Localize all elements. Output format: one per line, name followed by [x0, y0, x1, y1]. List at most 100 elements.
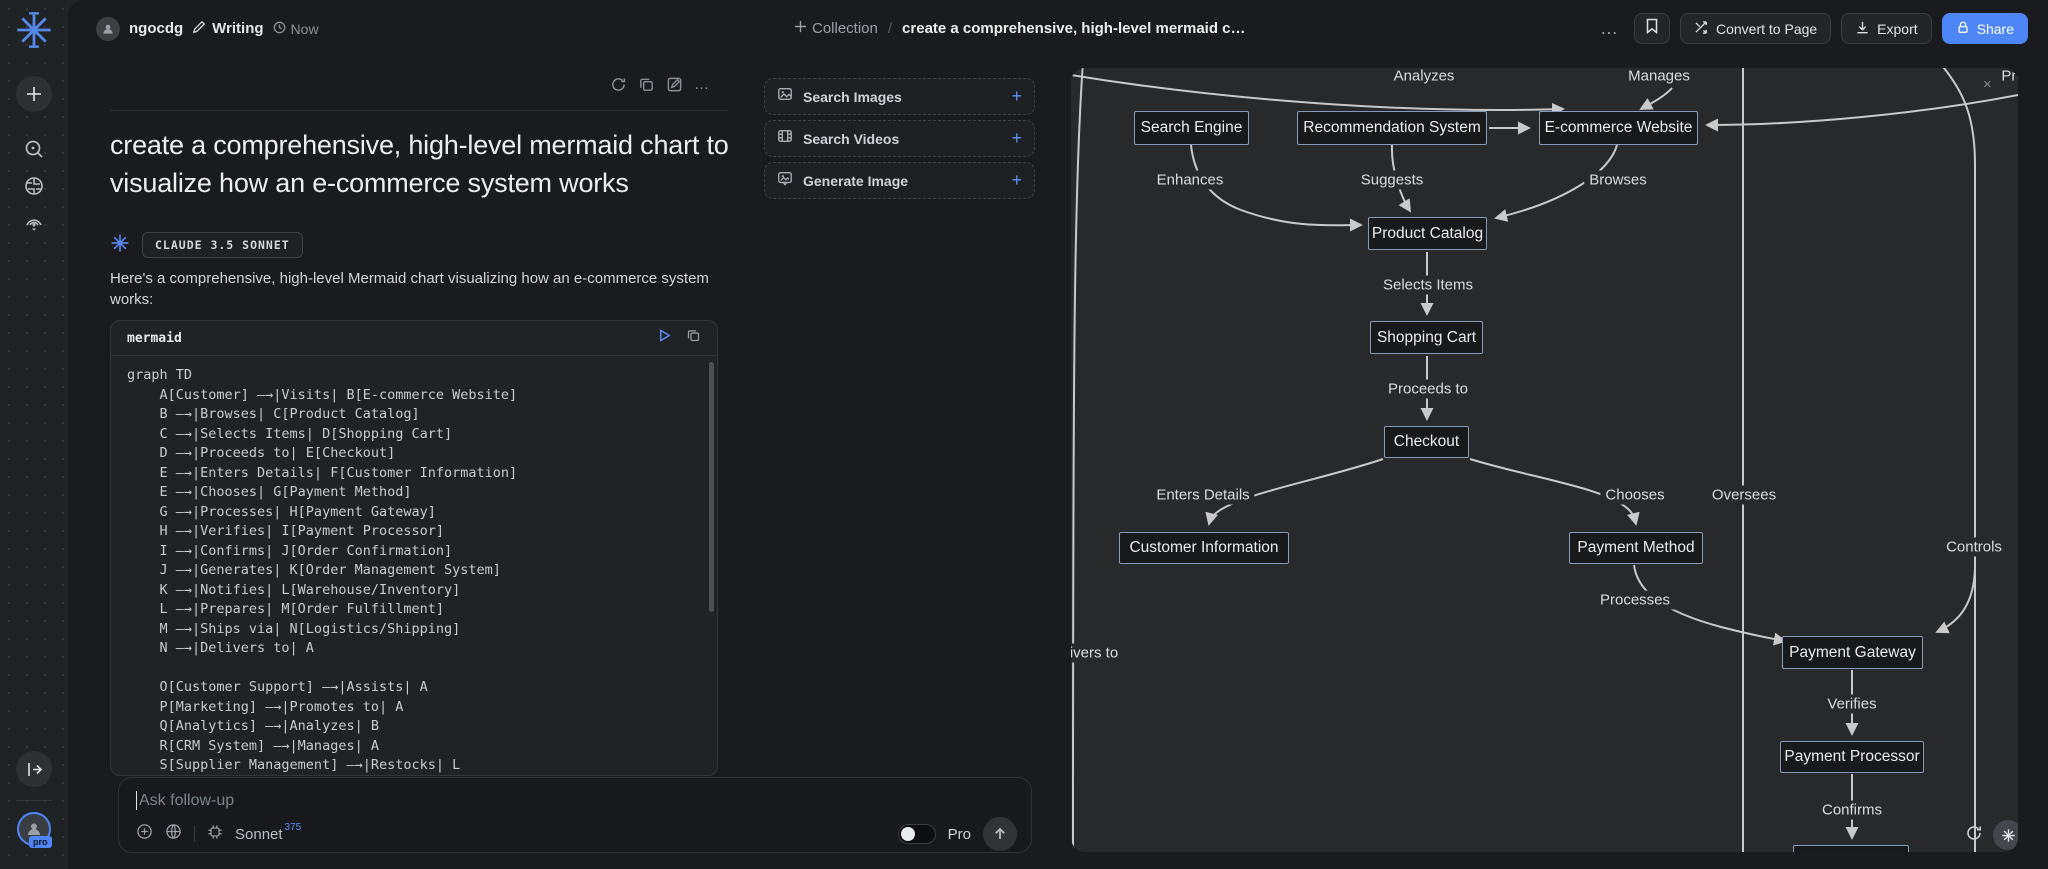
close-icon[interactable]: ×	[1983, 76, 1992, 93]
attach-icon[interactable]	[136, 823, 153, 845]
diagram-node: Customer Information	[1119, 532, 1289, 564]
edge-label: Browses	[1584, 170, 1652, 190]
add-videos-button[interactable]: +	[1011, 128, 1022, 149]
input-placeholder: Ask follow-up	[139, 791, 235, 809]
copy-code-icon[interactable]	[686, 328, 701, 348]
code-content: graph TD A[Customer] —→|Visits| B[E-comm…	[127, 367, 518, 773]
toggle-knob	[900, 827, 915, 841]
arrow-up-icon	[995, 827, 1005, 839]
assistant-intro: Here's a comprehensive, high-level Merma…	[110, 270, 709, 308]
model-chip-icon	[207, 824, 223, 845]
diagram-node: Recommendation System	[1297, 111, 1487, 145]
edge-label: Pro	[1996, 68, 2018, 86]
send-button[interactable]	[983, 817, 1017, 851]
user-avatar[interactable]: pro	[17, 812, 52, 848]
edit-icon[interactable]	[666, 76, 683, 94]
pro-toggle[interactable]	[897, 824, 936, 844]
refresh-diagram-icon[interactable]	[1965, 824, 1983, 842]
film-icon	[777, 128, 793, 149]
diagram-node: E-commerce Website	[1539, 111, 1698, 145]
model-badge-row: CLAUDE 3.5 SONNET	[110, 232, 303, 258]
breadcrumb-separator: /	[887, 20, 893, 37]
convert-to-page-button[interactable]: Convert to Page	[1680, 13, 1832, 44]
expand-sidebar-button[interactable]	[16, 751, 52, 787]
top-bar: ngocdg Writing Now Collection / create a…	[68, 0, 2048, 57]
edge-label: Verifies	[1822, 694, 1882, 714]
run-diagram-icon[interactable]	[657, 328, 672, 348]
explore-globe-icon[interactable]	[23, 175, 45, 197]
composer-divider	[194, 826, 195, 842]
main-surface: ngocdg Writing Now Collection / create a…	[68, 0, 2048, 869]
edge-label: Controls	[1941, 537, 2007, 557]
edge-label: Enters Details	[1151, 485, 1255, 505]
pencil-icon	[192, 20, 206, 38]
edge-label: Oversees	[1706, 485, 1782, 505]
rail-divider	[16, 800, 52, 801]
regenerate-icon[interactable]	[610, 76, 627, 94]
left-rail: pro	[0, 0, 68, 869]
diagram-node: Checkout	[1384, 426, 1469, 458]
diagram-node: Shopping Cart	[1370, 321, 1483, 354]
code-scrollbar[interactable]	[709, 362, 714, 612]
shuffle-icon	[1694, 20, 1709, 38]
lock-icon	[1956, 20, 1970, 38]
edge-label: Proceeds to	[1382, 379, 1474, 399]
code-language: mermaid	[127, 330, 182, 346]
spaces-icon[interactable]	[23, 211, 45, 233]
search-images-row[interactable]: Search Images +	[764, 78, 1035, 115]
edge-label: ivers to	[1071, 643, 1124, 663]
export-button[interactable]: Export	[1841, 13, 1932, 44]
edge-label: Selects Items	[1377, 275, 1479, 295]
diagram-node: Payment Processor	[1780, 741, 1924, 773]
web-icon[interactable]	[165, 823, 182, 845]
add-to-collection[interactable]: Collection	[794, 20, 878, 37]
edge-label: Suggests	[1355, 170, 1429, 190]
text-caret	[136, 791, 137, 810]
media-tools: Search Images + Search Videos + Generate…	[764, 78, 1035, 199]
logo-icon	[14, 10, 54, 50]
diagram-node: Payment Gateway	[1782, 636, 1923, 669]
bookmark-button[interactable]	[1634, 13, 1670, 44]
message-more[interactable]: …	[694, 76, 710, 94]
code-block: mermaid graph TD A[Customer] —→|Visits| …	[110, 320, 718, 776]
mode-writing[interactable]: Writing	[192, 20, 264, 38]
edge-label: Confirms	[1816, 800, 1888, 820]
diagram-node: Search Engine	[1134, 111, 1249, 145]
breadcrumb: create a comprehensive, high-level merma…	[902, 20, 1246, 37]
download-icon	[1855, 20, 1870, 38]
edge-label: Manages	[1623, 68, 1695, 86]
more-menu[interactable]: …	[1600, 18, 1620, 39]
edge-label: Analyzes	[1388, 68, 1460, 86]
diagram-node	[1793, 845, 1909, 852]
logo-icon	[2001, 828, 2015, 842]
pro-toggle-label: Pro	[947, 825, 971, 843]
bookmark-icon	[1645, 18, 1659, 39]
page-title: create a comprehensive, high-level merma…	[110, 130, 729, 198]
search-icon[interactable]	[23, 138, 45, 160]
model-badge: CLAUDE 3.5 SONNET	[142, 232, 303, 258]
pro-badge: pro	[29, 836, 52, 848]
workspace-name[interactable]: ngocdg	[129, 20, 183, 37]
share-button[interactable]: Share	[1941, 13, 2028, 44]
edge-label: Chooses	[1600, 485, 1670, 505]
diagram-node: Product Catalog	[1368, 217, 1487, 250]
add-images-button[interactable]: +	[1011, 86, 1022, 107]
new-thread-button[interactable]	[16, 76, 52, 112]
clock-icon	[273, 21, 286, 37]
copy-icon[interactable]	[638, 76, 655, 94]
generate-image-icon	[777, 170, 793, 191]
message-actions: …	[610, 76, 710, 94]
app-logo[interactable]	[14, 10, 54, 50]
plus-icon	[794, 20, 807, 37]
model-selector[interactable]: Sonnet 375	[235, 822, 301, 843]
search-videos-row[interactable]: Search Videos +	[764, 120, 1035, 157]
mermaid-preview-panel: Analyzes Manages Pro Enhances Suggests Browse…	[1071, 68, 2018, 852]
timestamp: Now	[273, 21, 319, 37]
claude-logo-icon	[110, 233, 130, 258]
image-icon	[777, 86, 793, 107]
generate-image-row[interactable]: Generate Image +	[764, 162, 1035, 199]
add-generate-button[interactable]: +	[1011, 170, 1022, 191]
followup-composer[interactable]: Ask follow-up Sonnet 375 Pro	[118, 777, 1032, 853]
assistant-bubble-button[interactable]	[1993, 820, 2018, 850]
followup-input[interactable]: Ask follow-up	[136, 791, 234, 810]
